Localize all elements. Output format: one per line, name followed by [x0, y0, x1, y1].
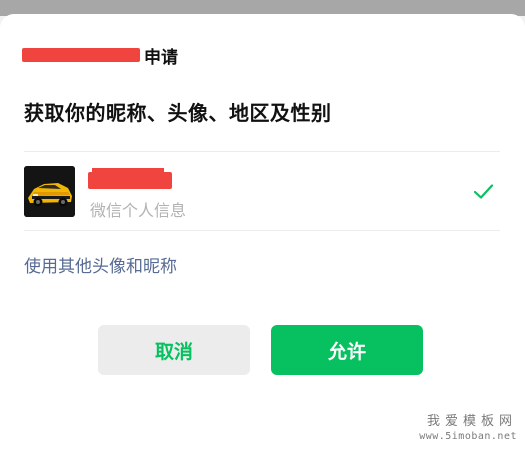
- redacted-nickname: [88, 168, 172, 189]
- checkmark-icon: [473, 184, 494, 199]
- profile-subtitle: 微信个人信息: [90, 201, 187, 220]
- app-header: 申请: [22, 40, 178, 70]
- watermark-name: 我爱模板网: [426, 414, 517, 429]
- use-other-profile-link[interactable]: 使用其他头像和昵称: [24, 252, 177, 277]
- site-watermark: 我爱模板网 www.5imoban.net: [419, 410, 517, 442]
- cancel-button[interactable]: 取消: [98, 325, 250, 375]
- permission-title: 获取你的昵称、头像、地区及性别: [24, 101, 332, 125]
- divider: [24, 151, 500, 152]
- authorization-sheet: 申请 获取你的昵称、头像、地区及性别 微信个人信息 使用其他头像和昵称 取消 允…: [0, 14, 525, 456]
- avatar: [24, 166, 75, 217]
- profile-option-wechat[interactable]: 微信个人信息: [24, 166, 500, 220]
- watermark-url: www.5imoban.net: [419, 431, 517, 442]
- divider: [24, 230, 500, 231]
- redacted-app-name: [22, 48, 140, 62]
- app-request-label: 申请: [144, 47, 178, 68]
- allow-button[interactable]: 允许: [271, 325, 423, 375]
